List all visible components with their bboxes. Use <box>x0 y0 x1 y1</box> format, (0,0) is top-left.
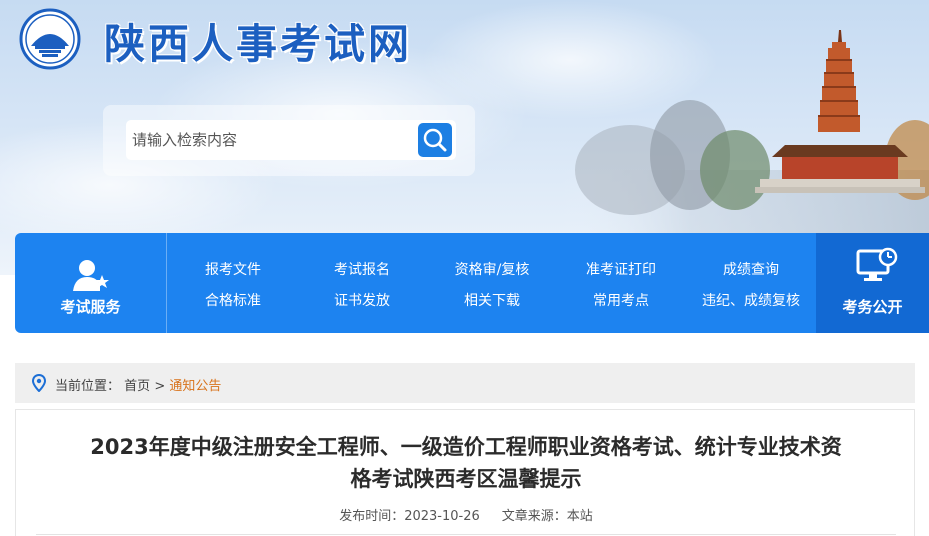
search-button[interactable] <box>416 120 456 160</box>
user-star-icon <box>71 257 111 297</box>
nav-link[interactable]: 考试报名 <box>297 259 427 279</box>
breadcrumb-home-link[interactable]: 首页 <box>124 379 150 394</box>
article-title-line: 格考试陕西考区温馨提示 <box>350 467 582 491</box>
article-meta: 发布时间：2023-10-26 文章来源：本站 <box>16 505 916 524</box>
article-title-line: 2023年度中级注册安全工程师、一级造价工程师职业资格考试、统计专业技术资 <box>90 435 842 459</box>
search-input[interactable] <box>126 120 416 160</box>
nav-link[interactable]: 常用考点 <box>556 290 686 310</box>
pagoda-emblem-icon[interactable] <box>17 8 83 70</box>
main-nav: 考试服务 报考文件 合格标准 考试报名 证书发放 资格审/复核 相关下载 准考证… <box>15 233 929 333</box>
breadcrumb: 当前位置： 首页 > 通知公告 <box>15 363 915 403</box>
search-icon <box>418 123 452 157</box>
breadcrumb-separator: > <box>154 379 166 394</box>
nav-link[interactable]: 准考证打印 <box>556 259 686 279</box>
exam-service-tile[interactable]: 考试服务 <box>15 233 167 333</box>
publish-label: 发布时间： <box>339 509 405 524</box>
nav-link[interactable]: 违纪、成绩复核 <box>686 290 816 310</box>
nav-link[interactable]: 合格标准 <box>168 290 298 310</box>
publish-date: 2023-10-26 <box>404 509 480 524</box>
article-source: 本站 <box>566 509 593 524</box>
pagoda-scenery <box>560 30 929 235</box>
exam-affairs-label: 考务公开 <box>842 298 903 316</box>
monitor-clock-icon <box>856 247 898 287</box>
nav-link[interactable]: 成绩查询 <box>686 259 816 279</box>
source-label: 文章来源： <box>501 509 567 524</box>
meta-divider <box>36 534 896 535</box>
article-title: 2023年度中级注册安全工程师、一级造价工程师职业资格考试、统计专业技术资 格考… <box>36 431 896 495</box>
location-pin-icon <box>31 373 47 396</box>
nav-link[interactable]: 相关下载 <box>427 290 557 310</box>
site-title[interactable]: 陕西人事考试网 <box>104 10 412 70</box>
breadcrumb-current-link[interactable]: 通知公告 <box>169 379 221 394</box>
nav-link[interactable]: 报考文件 <box>168 259 298 279</box>
exam-service-label: 考试服务 <box>60 298 121 316</box>
article-card: 2023年度中级注册安全工程师、一级造价工程师职业资格考试、统计专业技术资 格考… <box>15 409 915 536</box>
exam-affairs-tile[interactable]: 考务公开 <box>816 233 929 333</box>
nav-link[interactable]: 资格审/复核 <box>427 259 557 279</box>
nav-link[interactable]: 证书发放 <box>297 290 427 310</box>
breadcrumb-prefix: 当前位置： <box>55 379 121 394</box>
